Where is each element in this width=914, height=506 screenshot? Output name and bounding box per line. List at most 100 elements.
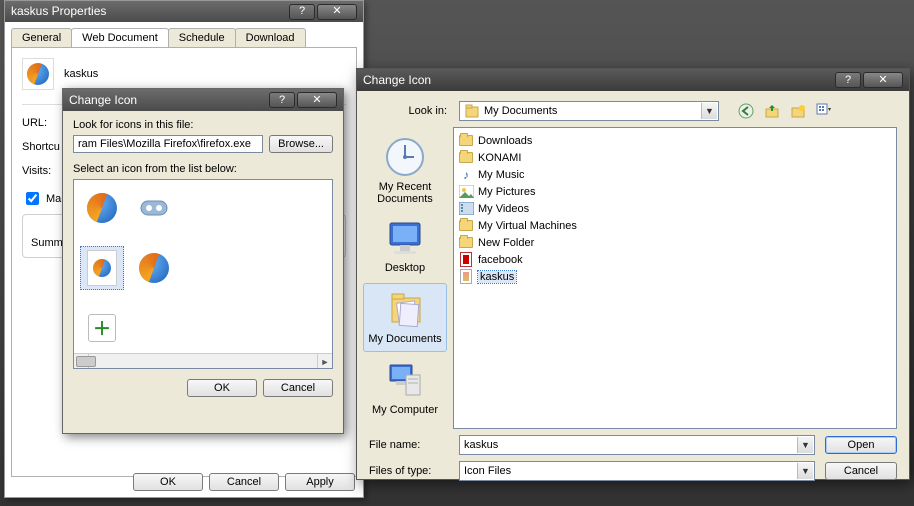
file-name: My Pictures: [478, 186, 535, 198]
file-name: kaskus: [478, 271, 516, 283]
ok-button[interactable]: OK: [133, 473, 203, 491]
tab-download[interactable]: Download: [235, 28, 306, 47]
file-type-label: Files of type:: [369, 465, 449, 477]
close-button[interactable]: ✕: [297, 92, 337, 108]
icon-option-mask[interactable]: [132, 186, 176, 230]
window-title: kaskus Properties: [11, 1, 106, 22]
cancel-button[interactable]: Cancel: [825, 462, 897, 480]
file-icon: [458, 218, 474, 234]
dialog-title: Change Icon: [69, 90, 137, 111]
close-button[interactable]: ✕: [317, 4, 357, 20]
help-button[interactable]: ?: [269, 92, 295, 108]
titlebar[interactable]: Change Icon ? ✕: [357, 69, 909, 91]
scroll-thumb[interactable]: [76, 356, 96, 367]
cancel-button[interactable]: Cancel: [263, 379, 333, 397]
file-row[interactable]: kaskus: [458, 268, 892, 285]
cancel-button[interactable]: Cancel: [209, 473, 279, 491]
visits-label: Visits:: [22, 165, 67, 177]
file-icon: [458, 269, 474, 285]
open-button[interactable]: Open: [825, 436, 897, 454]
place-label: My Documents: [366, 333, 444, 345]
ok-button[interactable]: OK: [187, 379, 257, 397]
file-icon: ♪: [458, 167, 474, 183]
new-folder-icon[interactable]: [789, 102, 807, 120]
close-button[interactable]: ✕: [863, 72, 903, 88]
file-name: My Virtual Machines: [478, 220, 577, 232]
chevron-down-icon[interactable]: ▼: [701, 103, 717, 119]
file-name: Downloads: [478, 135, 532, 147]
firefox-icon: [22, 58, 54, 90]
icon-option-firefox-alt[interactable]: [132, 246, 176, 290]
tab-web-document[interactable]: Web Document: [71, 28, 169, 47]
places-bar: My Recent Documents Desktop My Documents…: [357, 127, 453, 429]
file-type-combo[interactable]: Icon Files ▼: [459, 461, 815, 481]
up-one-level-icon[interactable]: [763, 102, 781, 120]
place-label: My Computer: [366, 404, 444, 416]
file-icon: [458, 184, 474, 200]
look-label: Look for icons in this file:: [73, 119, 193, 131]
make-checkbox[interactable]: [26, 192, 39, 205]
file-name: My Music: [478, 169, 524, 181]
change-icon-dialog: Change Icon ? ✕ Look for icons in this f…: [62, 88, 344, 434]
file-row[interactable]: facebook: [458, 251, 892, 268]
tab-general[interactable]: General: [11, 28, 72, 47]
titlebar[interactable]: Change Icon ? ✕: [63, 89, 343, 111]
icon-list[interactable]: ＋ ＋ ◄ ►: [73, 179, 333, 369]
file-name: My Videos: [478, 203, 529, 215]
tab-schedule[interactable]: Schedule: [168, 28, 236, 47]
help-button[interactable]: ?: [835, 72, 861, 88]
file-row[interactable]: My Virtual Machines: [458, 217, 892, 234]
place-desktop[interactable]: Desktop: [363, 214, 447, 281]
tab-strip: General Web Document Schedule Download: [11, 28, 357, 47]
file-type-value: Icon Files: [464, 465, 511, 477]
look-in-label: Look in:: [369, 105, 447, 117]
file-icon: [458, 235, 474, 251]
file-name: New Folder: [478, 237, 534, 249]
icon-option-firefox-doc[interactable]: [80, 246, 124, 290]
desktop-icon: [384, 219, 426, 259]
file-row[interactable]: New Folder: [458, 234, 892, 251]
back-icon[interactable]: [737, 102, 755, 120]
file-open-dialog: Change Icon ? ✕ Look in: My Documents ▼: [356, 68, 910, 480]
file-icon: [458, 133, 474, 149]
scroll-right-icon[interactable]: ►: [317, 354, 332, 369]
file-icon: [458, 201, 474, 217]
file-row[interactable]: My Videos: [458, 200, 892, 217]
url-label: URL:: [22, 117, 67, 129]
place-recent[interactable]: My Recent Documents: [363, 131, 447, 212]
icon-option-firefox[interactable]: [80, 186, 124, 230]
icon-path-input[interactable]: [73, 135, 263, 153]
my-documents-icon: [464, 103, 480, 119]
clock-icon: [384, 136, 426, 178]
file-name: KONAMI: [478, 152, 521, 164]
icon-option-plus-doc[interactable]: ＋: [80, 306, 124, 350]
file-icon: [458, 150, 474, 166]
my-computer-icon: [384, 359, 426, 401]
file-row[interactable]: My Pictures: [458, 183, 892, 200]
chevron-down-icon[interactable]: ▼: [797, 463, 813, 479]
file-row[interactable]: KONAMI: [458, 149, 892, 166]
file-row[interactable]: Downloads: [458, 132, 892, 149]
view-menu-icon[interactable]: [815, 102, 833, 120]
file-name: facebook: [478, 254, 523, 266]
chevron-down-icon[interactable]: ▼: [797, 437, 813, 453]
file-row[interactable]: ♪ My Music: [458, 166, 892, 183]
titlebar[interactable]: kaskus Properties ? ✕: [5, 1, 363, 22]
dialog-title: Change Icon: [363, 70, 431, 91]
select-label: Select an icon from the list below:: [73, 163, 237, 175]
file-icon: [458, 252, 474, 268]
place-label: My Recent Documents: [366, 181, 444, 205]
mask-icon: [139, 195, 169, 221]
place-my-documents[interactable]: My Documents: [363, 283, 447, 352]
look-in-combo[interactable]: My Documents ▼: [459, 101, 719, 121]
shortcut-name: kaskus: [64, 68, 98, 80]
look-in-value: My Documents: [484, 105, 557, 117]
file-name-combo[interactable]: kaskus ▼: [459, 435, 815, 455]
place-my-computer[interactable]: My Computer: [363, 354, 447, 423]
horizontal-scrollbar[interactable]: ◄ ►: [74, 353, 332, 368]
browse-button[interactable]: Browse...: [269, 135, 333, 153]
help-button[interactable]: ?: [289, 4, 315, 20]
file-list[interactable]: Downloads KONAMI ♪ My Music My Pictures My Vi…: [453, 127, 897, 429]
apply-button[interactable]: Apply: [285, 473, 355, 491]
place-label: Desktop: [366, 262, 444, 274]
